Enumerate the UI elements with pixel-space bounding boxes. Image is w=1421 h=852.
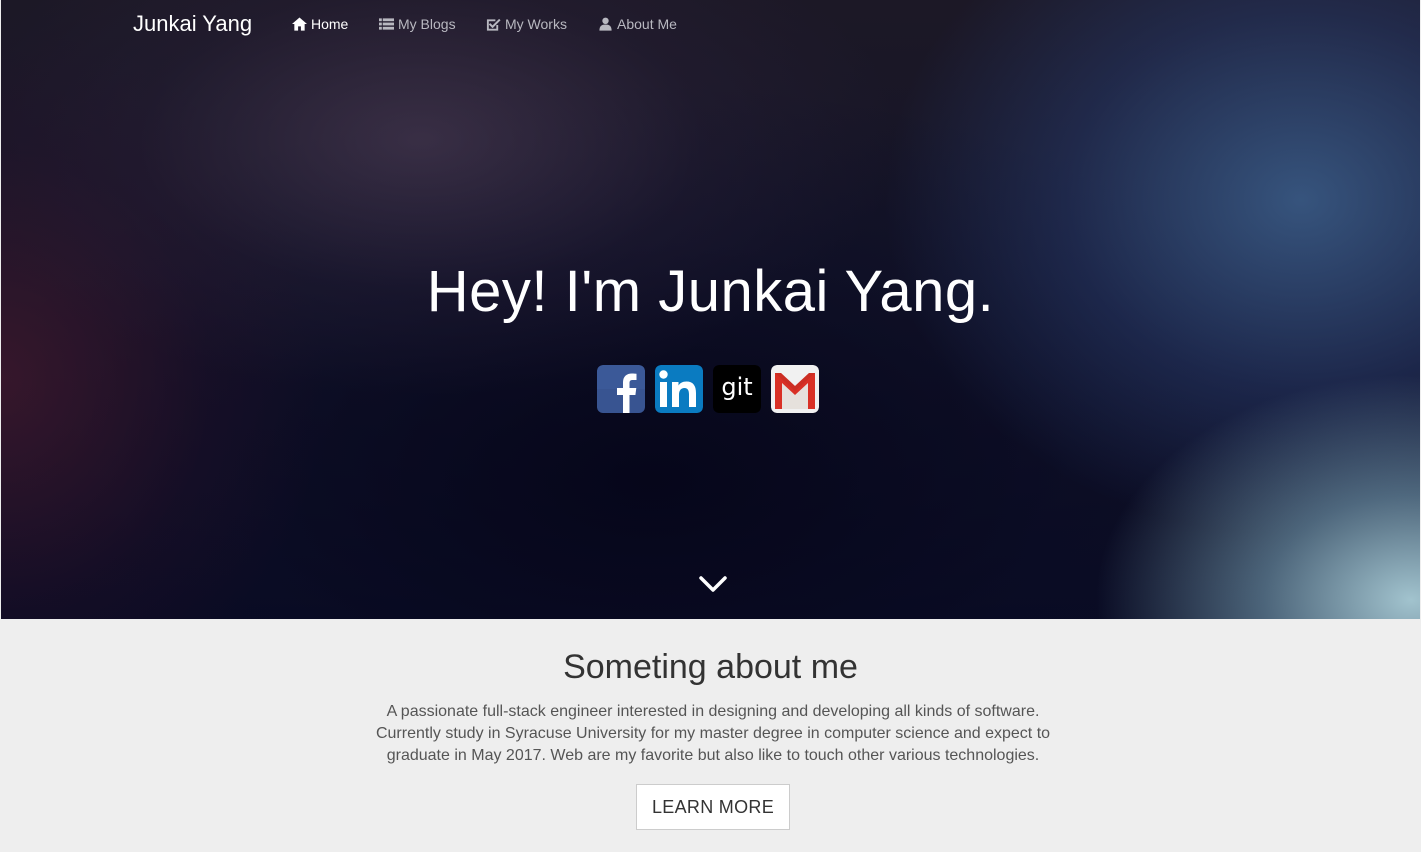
learn-more-button[interactable]: LEARN MORE — [636, 784, 790, 830]
hero-title: Hey! I'm Junkai Yang. — [426, 259, 995, 324]
check-square-icon — [486, 18, 501, 31]
nav-item-label: My Blogs — [398, 16, 456, 32]
nav-item-about-me[interactable]: About Me — [598, 16, 677, 32]
nav-item-home[interactable]: Home — [292, 16, 348, 32]
linkedin-link[interactable] — [655, 365, 703, 413]
nav-item-label: Home — [311, 16, 349, 32]
scroll-down-button[interactable] — [697, 572, 729, 596]
social-links: git — [597, 365, 819, 413]
about-description: A passionate full-stack engineer interes… — [375, 703, 1051, 764]
about-section: Someting about me A passionate full-stac… — [0, 619, 1421, 852]
nav-item-label: My Works — [505, 16, 567, 32]
github-link[interactable]: git — [713, 365, 761, 413]
git-label: git — [721, 373, 752, 401]
facebook-link[interactable] — [597, 365, 645, 413]
list-icon — [379, 18, 394, 30]
top-navbar: Junkai Yang Home My Blogs My Works About… — [0, 0, 1421, 50]
linkedin-icon — [655, 365, 703, 413]
facebook-icon — [597, 365, 645, 413]
gmail-link[interactable] — [771, 365, 819, 413]
about-heading: Someting about me — [563, 648, 858, 686]
gmail-icon — [771, 365, 819, 413]
nav-item-label: About Me — [617, 16, 677, 32]
brand-link[interactable]: Junkai Yang — [133, 11, 252, 37]
chevron-down-icon — [699, 576, 727, 592]
user-icon — [599, 17, 612, 31]
nav-item-my-blogs[interactable]: My Blogs — [379, 16, 456, 32]
home-icon — [292, 17, 307, 31]
git-icon: git — [713, 365, 761, 413]
nav-item-my-works[interactable]: My Works — [486, 16, 567, 32]
